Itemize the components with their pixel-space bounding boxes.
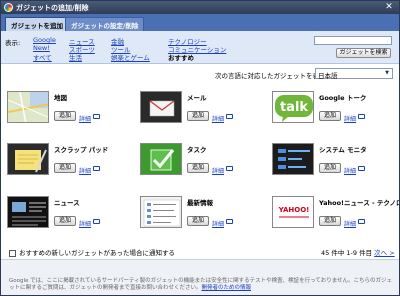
category-fun-games[interactable]: 娯楽とゲーム bbox=[111, 52, 150, 62]
feed-list-icon bbox=[141, 197, 181, 227]
details-link[interactable]: 詳細 bbox=[212, 114, 224, 123]
gadget-name: Yahoo!ニュース - テクノロジー bbox=[319, 199, 399, 207]
speech-bubble-icon bbox=[358, 166, 365, 171]
gadget-name: ニュース bbox=[54, 199, 80, 207]
details-link[interactable]: 詳細 bbox=[212, 219, 224, 228]
category-new[interactable]: New! bbox=[33, 44, 50, 52]
language-selected-value: 日本語 bbox=[318, 72, 338, 80]
gadget-search-input[interactable] bbox=[314, 36, 392, 45]
details-link[interactable]: 詳細 bbox=[212, 166, 224, 175]
footer-disclaimer: Google では、ここに掲載されているサードパーティ製のガジェットの機能または… bbox=[1, 259, 399, 295]
result-count: 45 件中 1-9 件目 bbox=[321, 249, 373, 257]
add-button[interactable]: 追加 bbox=[54, 216, 76, 226]
add-button[interactable]: 追加 bbox=[319, 163, 341, 173]
add-button[interactable]: 追加 bbox=[319, 216, 341, 226]
notepad-icon bbox=[8, 144, 48, 174]
title-bar: ガジェットの追加/削除 ✕ bbox=[1, 1, 399, 14]
yahoo-news-thumbnail: YAHOO! bbox=[272, 196, 314, 228]
speech-bubble-icon bbox=[358, 114, 365, 119]
add-button[interactable]: 追加 bbox=[319, 111, 341, 121]
news-thumbnail bbox=[7, 196, 49, 228]
gadget-name: 最新情報 bbox=[187, 199, 213, 207]
monitor-icon bbox=[273, 144, 313, 174]
talk-logo-text: talk bbox=[280, 100, 308, 115]
pagination: 45 件中 1-9 件目 次へ > bbox=[321, 247, 395, 257]
speech-bubble-icon bbox=[226, 219, 233, 224]
speech-bubble-icon bbox=[93, 166, 100, 171]
category-label: 表示: bbox=[5, 39, 21, 47]
gadget-name: Google トーク bbox=[319, 94, 367, 102]
talk-logo-icon: talk bbox=[275, 95, 313, 122]
details-link[interactable]: 詳細 bbox=[79, 166, 91, 175]
speech-bubble-icon bbox=[226, 114, 233, 119]
notify-label: おすすめの新しいガジェットがあった場合に通知する bbox=[19, 249, 175, 257]
chevron-down-icon: ▼ bbox=[385, 70, 389, 76]
gadget-name: スクラップ パッド bbox=[54, 146, 109, 154]
gadget-name: システム モニタ bbox=[319, 146, 367, 154]
news-icon bbox=[8, 197, 48, 227]
add-button[interactable]: 追加 bbox=[187, 216, 209, 226]
envelope-icon bbox=[141, 92, 181, 122]
tab-add-gadgets[interactable]: ガジェットを追加 bbox=[5, 17, 69, 31]
details-link[interactable]: 詳細 bbox=[79, 114, 91, 123]
maps-thumbnail bbox=[7, 91, 49, 123]
gadget-name: 地図 bbox=[54, 94, 67, 102]
details-link[interactable]: 詳細 bbox=[79, 219, 91, 228]
speech-bubble-icon bbox=[93, 114, 100, 119]
add-button[interactable]: 追加 bbox=[187, 111, 209, 121]
details-link[interactable]: 詳細 bbox=[344, 166, 356, 175]
whats-new-thumbnail bbox=[140, 196, 182, 228]
scratch-pad-thumbnail bbox=[7, 143, 49, 175]
details-link[interactable]: 詳細 bbox=[344, 219, 356, 228]
talk-thumbnail: talk bbox=[272, 91, 314, 123]
category-all[interactable]: すべて bbox=[33, 52, 52, 62]
category-lifestyle[interactable]: 生活 bbox=[69, 52, 82, 62]
system-monitor-thumbnail bbox=[272, 143, 314, 175]
close-icon[interactable]: ✕ bbox=[382, 2, 396, 13]
mail-thumbnail bbox=[140, 91, 182, 123]
add-button[interactable]: 追加 bbox=[54, 111, 76, 121]
yahoo-logo-text: YAHOO! bbox=[278, 206, 310, 214]
tab-bar: ガジェットを追加 ガジェットの設定/削除 bbox=[1, 14, 399, 31]
speech-bubble-icon bbox=[358, 219, 365, 224]
tab-gadget-settings[interactable]: ガジェットの設定/削除 bbox=[65, 17, 145, 31]
tasks-thumbnail bbox=[140, 143, 182, 175]
map-icon bbox=[8, 92, 48, 122]
category-google[interactable]: Google bbox=[33, 36, 56, 44]
add-button[interactable]: 追加 bbox=[54, 163, 76, 173]
next-page-link[interactable]: 次へ > bbox=[374, 249, 395, 257]
yahoo-logo-icon: YAHOO! bbox=[273, 197, 313, 227]
search-gadgets-button[interactable]: ガジェットを検索 bbox=[336, 48, 391, 58]
language-select[interactable]: 日本語 ▼ bbox=[315, 68, 393, 80]
checkmark-icon bbox=[141, 144, 181, 174]
gadget-name: メール bbox=[187, 94, 207, 102]
disclaimer-text: Google では、ここに掲載されているサードパーティ製のガジェットの機能または… bbox=[9, 278, 394, 292]
add-button[interactable]: 追加 bbox=[187, 163, 209, 173]
category-recommended[interactable]: おすすめ bbox=[168, 52, 194, 62]
notify-option[interactable]: おすすめの新しいガジェットがあった場合に通知する bbox=[9, 247, 175, 257]
notify-checkbox[interactable] bbox=[9, 249, 16, 257]
google-app-icon bbox=[4, 3, 13, 12]
window-title: ガジェットの追加/削除 bbox=[16, 4, 89, 12]
details-link[interactable]: 詳細 bbox=[344, 114, 356, 123]
gadget-name: タスク bbox=[187, 146, 207, 154]
language-prompt: 次の言語に対応したガジェットを表示: bbox=[215, 72, 328, 80]
developer-info-link[interactable]: 開発者のための情報 bbox=[202, 285, 252, 291]
speech-bubble-icon bbox=[226, 166, 233, 171]
gadget-dialog: ガジェットの追加/削除 ✕ ガジェットを追加 ガジェットの設定/削除 表示: G… bbox=[0, 0, 400, 296]
speech-bubble-icon bbox=[93, 219, 100, 224]
